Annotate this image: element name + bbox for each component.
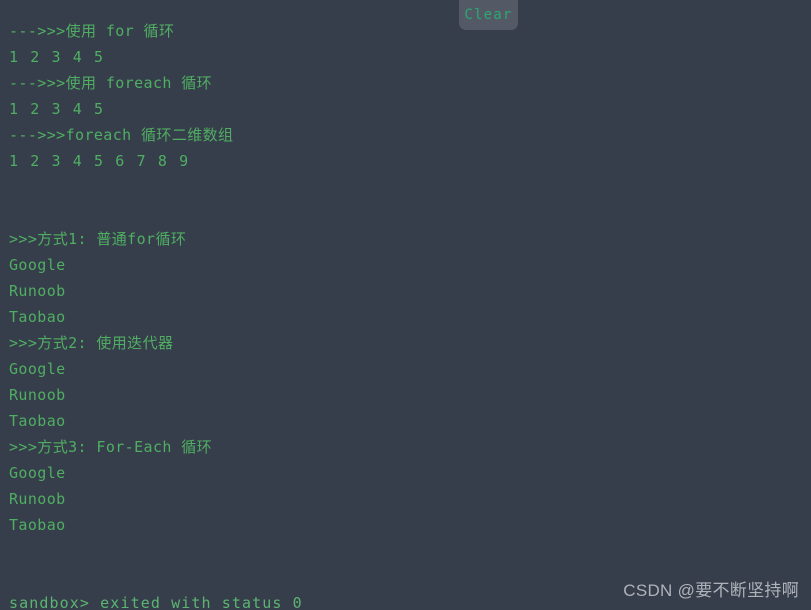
console-line: 1 2 3 4 5 (9, 100, 105, 118)
console-line: Taobao (9, 516, 66, 534)
console-line: Taobao (9, 308, 66, 326)
console-line: Runoob (9, 490, 66, 508)
console-line: Taobao (9, 412, 66, 430)
console-line: >>>方式2: 使用迭代器 (9, 334, 174, 352)
console-line: Google (9, 256, 66, 274)
console-line: 1 2 3 4 5 (9, 48, 105, 66)
console-line: >>>方式1: 普通for循环 (9, 230, 187, 248)
console-line: Runoob (9, 282, 66, 300)
console-line: 1 2 3 4 5 6 7 8 9 (9, 152, 190, 170)
console-line: Runoob (9, 386, 66, 404)
csdn-watermark: CSDN @要不断坚持啊 (623, 581, 799, 600)
console-line: --->>>foreach 循环二维数组 (9, 126, 234, 144)
console-output-window: --->>>使用 for 循环 1 2 3 4 5 --->>>使用 foreach… (0, 0, 811, 610)
console-line: Google (9, 464, 66, 482)
console-output-area[interactable]: --->>>使用 for 循环 1 2 3 4 5 --->>>使用 foreach… (0, 0, 811, 610)
console-line: --->>>使用 for 循环 (9, 22, 175, 40)
console-line: Google (9, 360, 66, 378)
console-line: >>>方式3: For-Each 循环 (9, 438, 213, 456)
console-line: --->>>使用 foreach 循环 (9, 74, 213, 92)
clear-button[interactable]: Clear (459, 0, 518, 30)
